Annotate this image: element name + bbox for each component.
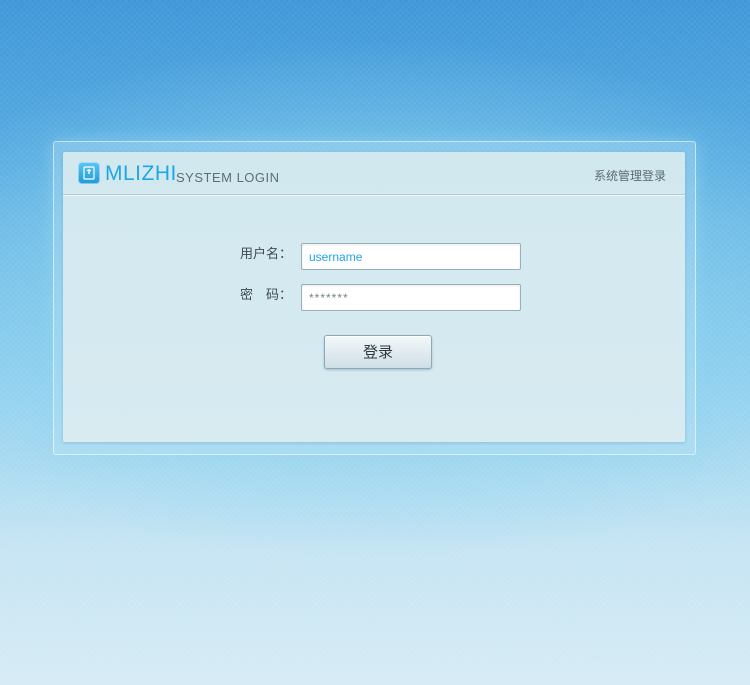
- brand-subtitle: SYSTEM LOGIN: [176, 170, 280, 185]
- password-input[interactable]: [301, 284, 521, 311]
- brand-name: MLIZHI: [105, 162, 177, 185]
- password-label: 密 码：: [240, 288, 293, 303]
- panel-header: MLIZHI SYSTEM LOGIN 系统管理登录: [63, 152, 685, 195]
- login-button[interactable]: 登录: [324, 335, 432, 369]
- login-page: MLIZHI SYSTEM LOGIN 系统管理登录 用户名： 密 码： 登录: [0, 0, 750, 685]
- login-frame: MLIZHI SYSTEM LOGIN 系统管理登录 用户名： 密 码： 登录: [53, 141, 696, 455]
- login-panel: MLIZHI SYSTEM LOGIN 系统管理登录 用户名： 密 码： 登录: [63, 152, 685, 442]
- header-title: 系统管理登录: [593, 169, 666, 183]
- username-label: 用户名：: [240, 247, 293, 262]
- username-input[interactable]: [301, 243, 521, 270]
- book-icon: [78, 162, 100, 184]
